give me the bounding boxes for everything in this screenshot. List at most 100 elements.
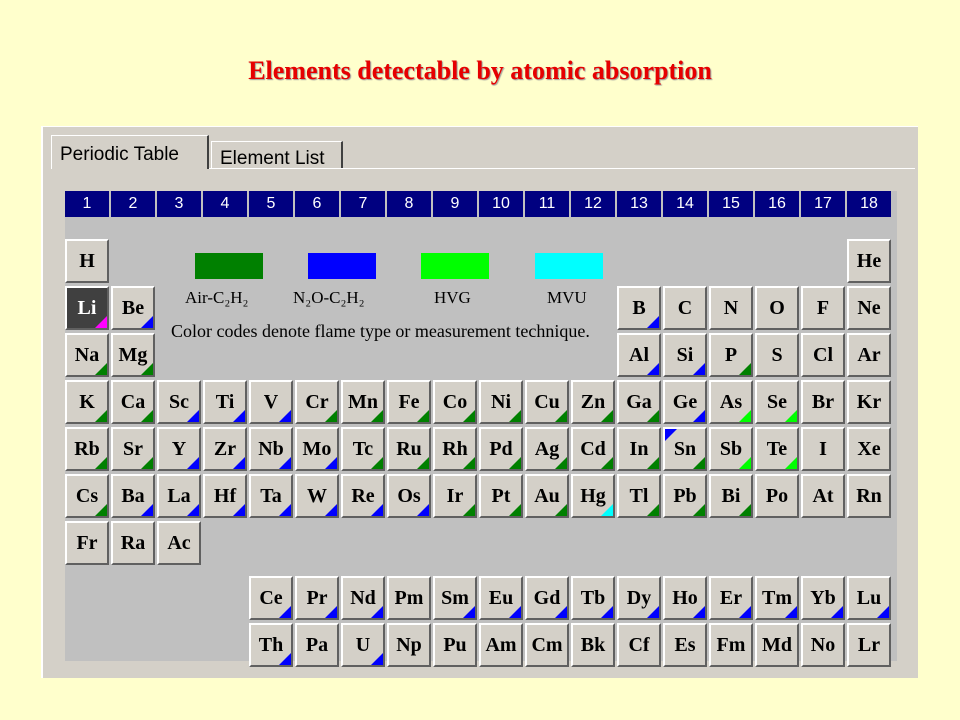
element-cell-ne[interactable]: Ne: [847, 286, 891, 330]
element-cell-kr[interactable]: Kr: [847, 380, 891, 424]
element-cell-po[interactable]: Po: [755, 474, 799, 518]
element-cell-sn[interactable]: Sn: [663, 427, 707, 471]
element-cell-pb[interactable]: Pb: [663, 474, 707, 518]
element-cell-fm[interactable]: Fm: [709, 623, 753, 667]
element-cell-si[interactable]: Si: [663, 333, 707, 377]
element-cell-hg[interactable]: Hg: [571, 474, 615, 518]
element-cell-n[interactable]: N: [709, 286, 753, 330]
element-cell-mn[interactable]: Mn: [341, 380, 385, 424]
element-cell-pm[interactable]: Pm: [387, 576, 431, 620]
element-cell-os[interactable]: Os: [387, 474, 431, 518]
element-cell-f[interactable]: F: [801, 286, 845, 330]
element-cell-rh[interactable]: Rh: [433, 427, 477, 471]
tab-periodic-table[interactable]: Periodic Table: [51, 135, 209, 169]
element-cell-np[interactable]: Np: [387, 623, 431, 667]
element-cell-ge[interactable]: Ge: [663, 380, 707, 424]
element-cell-sm[interactable]: Sm: [433, 576, 477, 620]
element-cell-re[interactable]: Re: [341, 474, 385, 518]
element-cell-o[interactable]: O: [755, 286, 799, 330]
element-cell-tl[interactable]: Tl: [617, 474, 661, 518]
element-cell-i[interactable]: I: [801, 427, 845, 471]
element-cell-pa[interactable]: Pa: [295, 623, 339, 667]
element-cell-k[interactable]: K: [65, 380, 109, 424]
element-cell-ba[interactable]: Ba: [111, 474, 155, 518]
element-cell-li[interactable]: Li: [65, 286, 109, 330]
element-cell-nb[interactable]: Nb: [249, 427, 293, 471]
element-cell-tm[interactable]: Tm: [755, 576, 799, 620]
element-cell-co[interactable]: Co: [433, 380, 477, 424]
element-cell-ga[interactable]: Ga: [617, 380, 661, 424]
element-cell-tc[interactable]: Tc: [341, 427, 385, 471]
element-cell-ce[interactable]: Ce: [249, 576, 293, 620]
element-cell-tb[interactable]: Tb: [571, 576, 615, 620]
element-cell-ra[interactable]: Ra: [111, 521, 155, 565]
element-cell-sc[interactable]: Sc: [157, 380, 201, 424]
element-cell-na[interactable]: Na: [65, 333, 109, 377]
element-cell-th[interactable]: Th: [249, 623, 293, 667]
element-cell-b[interactable]: B: [617, 286, 661, 330]
element-cell-no[interactable]: No: [801, 623, 845, 667]
element-cell-cd[interactable]: Cd: [571, 427, 615, 471]
element-cell-xe[interactable]: Xe: [847, 427, 891, 471]
element-cell-as[interactable]: As: [709, 380, 753, 424]
element-cell-cu[interactable]: Cu: [525, 380, 569, 424]
element-cell-md[interactable]: Md: [755, 623, 799, 667]
element-cell-bk[interactable]: Bk: [571, 623, 615, 667]
element-cell-cm[interactable]: Cm: [525, 623, 569, 667]
element-cell-lu[interactable]: Lu: [847, 576, 891, 620]
element-cell-pr[interactable]: Pr: [295, 576, 339, 620]
element-cell-at[interactable]: At: [801, 474, 845, 518]
element-cell-cs[interactable]: Cs: [65, 474, 109, 518]
element-cell-cf[interactable]: Cf: [617, 623, 661, 667]
element-cell-in[interactable]: In: [617, 427, 661, 471]
element-cell-ti[interactable]: Ti: [203, 380, 247, 424]
element-cell-au[interactable]: Au: [525, 474, 569, 518]
element-cell-bi[interactable]: Bi: [709, 474, 753, 518]
element-cell-te[interactable]: Te: [755, 427, 799, 471]
element-cell-er[interactable]: Er: [709, 576, 753, 620]
element-cell-ac[interactable]: Ac: [157, 521, 201, 565]
element-cell-fe[interactable]: Fe: [387, 380, 431, 424]
element-cell-ca[interactable]: Ca: [111, 380, 155, 424]
element-cell-y[interactable]: Y: [157, 427, 201, 471]
element-cell-gd[interactable]: Gd: [525, 576, 569, 620]
tab-element-list[interactable]: Element List: [211, 141, 343, 169]
element-cell-mg[interactable]: Mg: [111, 333, 155, 377]
element-cell-se[interactable]: Se: [755, 380, 799, 424]
element-cell-ni[interactable]: Ni: [479, 380, 523, 424]
element-cell-pd[interactable]: Pd: [479, 427, 523, 471]
element-cell-rb[interactable]: Rb: [65, 427, 109, 471]
element-cell-br[interactable]: Br: [801, 380, 845, 424]
element-cell-u[interactable]: U: [341, 623, 385, 667]
element-cell-es[interactable]: Es: [663, 623, 707, 667]
element-cell-h[interactable]: H: [65, 239, 109, 283]
element-cell-hf[interactable]: Hf: [203, 474, 247, 518]
element-cell-p[interactable]: P: [709, 333, 753, 377]
element-cell-w[interactable]: W: [295, 474, 339, 518]
element-cell-s[interactable]: S: [755, 333, 799, 377]
element-cell-ho[interactable]: Ho: [663, 576, 707, 620]
element-cell-cl[interactable]: Cl: [801, 333, 845, 377]
element-cell-mo[interactable]: Mo: [295, 427, 339, 471]
element-cell-v[interactable]: V: [249, 380, 293, 424]
element-cell-zr[interactable]: Zr: [203, 427, 247, 471]
element-cell-dy[interactable]: Dy: [617, 576, 661, 620]
element-cell-am[interactable]: Am: [479, 623, 523, 667]
element-cell-he[interactable]: He: [847, 239, 891, 283]
element-cell-ir[interactable]: Ir: [433, 474, 477, 518]
element-cell-al[interactable]: Al: [617, 333, 661, 377]
element-cell-yb[interactable]: Yb: [801, 576, 845, 620]
element-cell-c[interactable]: C: [663, 286, 707, 330]
element-cell-fr[interactable]: Fr: [65, 521, 109, 565]
element-cell-eu[interactable]: Eu: [479, 576, 523, 620]
element-cell-ru[interactable]: Ru: [387, 427, 431, 471]
element-cell-pt[interactable]: Pt: [479, 474, 523, 518]
element-cell-ag[interactable]: Ag: [525, 427, 569, 471]
element-cell-be[interactable]: Be: [111, 286, 155, 330]
element-cell-la[interactable]: La: [157, 474, 201, 518]
element-cell-lr[interactable]: Lr: [847, 623, 891, 667]
element-cell-pu[interactable]: Pu: [433, 623, 477, 667]
element-cell-zn[interactable]: Zn: [571, 380, 615, 424]
element-cell-sb[interactable]: Sb: [709, 427, 753, 471]
element-cell-nd[interactable]: Nd: [341, 576, 385, 620]
